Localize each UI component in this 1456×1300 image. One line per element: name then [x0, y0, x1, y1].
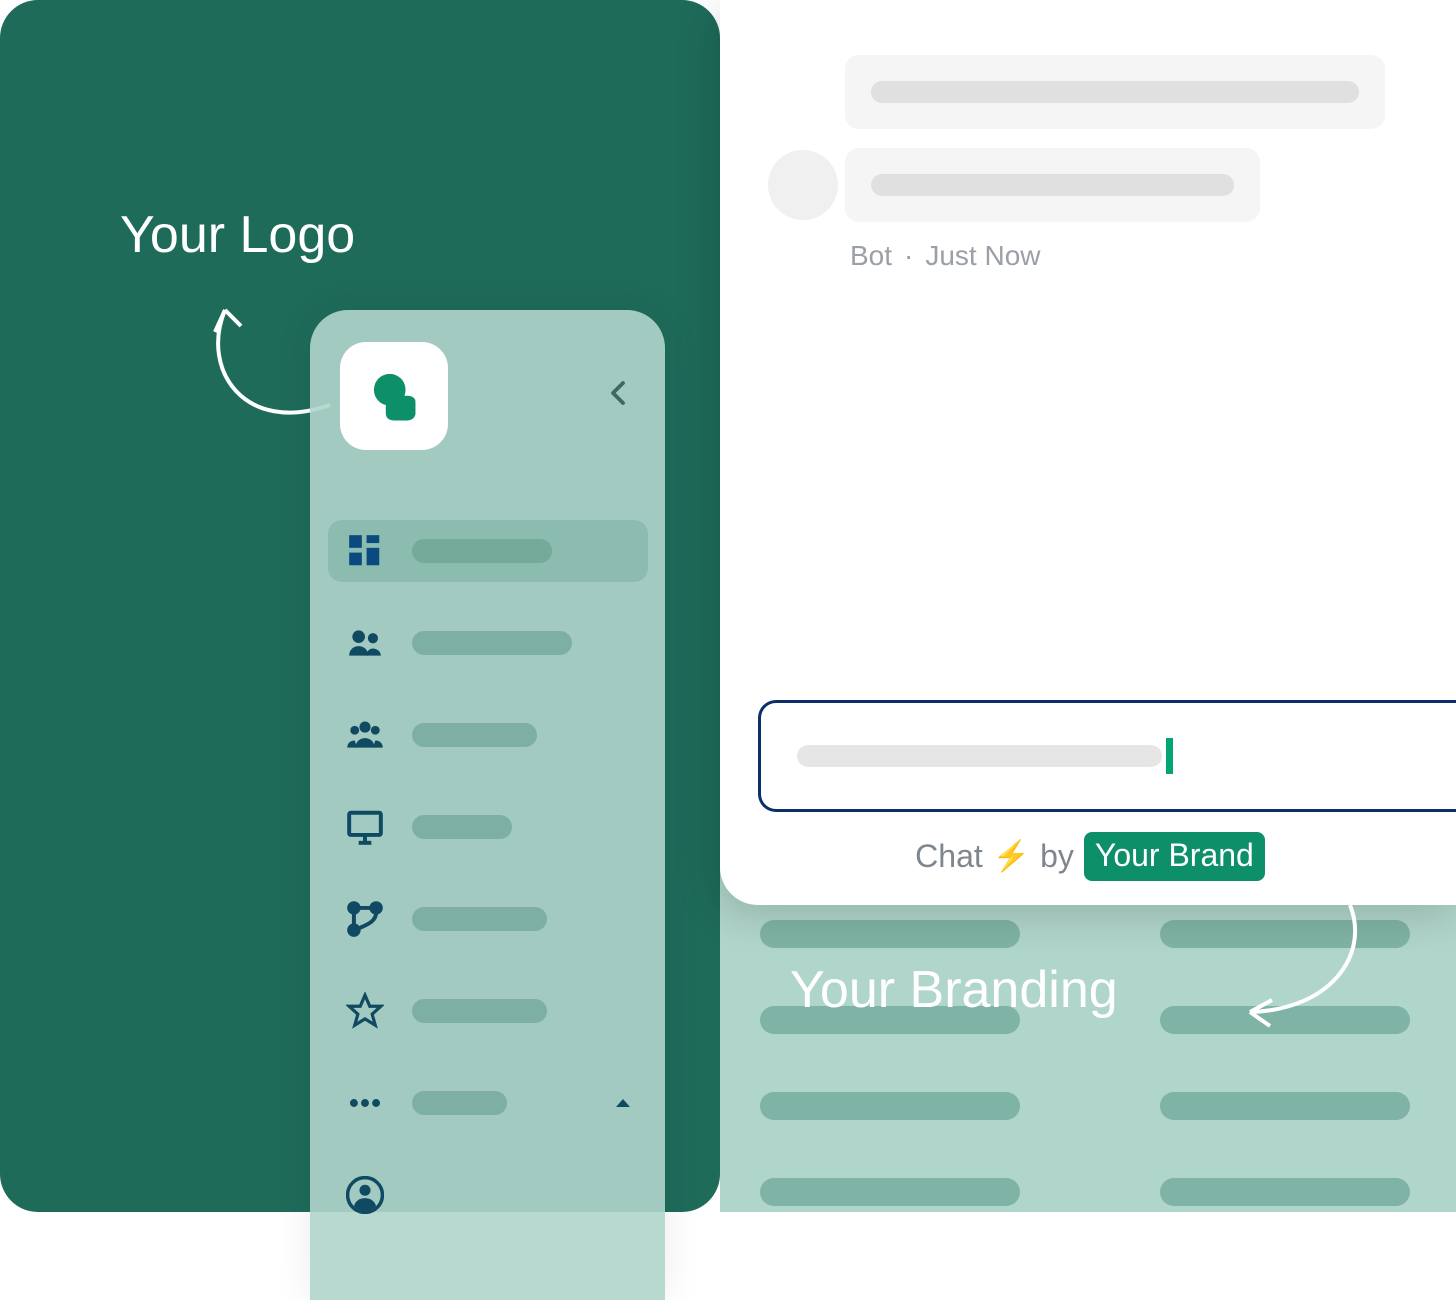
sidebar-panel	[310, 310, 665, 1300]
sidebar-item-favorites[interactable]	[328, 980, 648, 1042]
branches-icon	[346, 900, 384, 938]
message-text-placeholder	[871, 81, 1359, 103]
nav-label-placeholder	[412, 999, 547, 1023]
chat-sender-label: Bot	[850, 240, 892, 272]
nav-label-placeholder	[412, 815, 512, 839]
sidebar-item-monitor[interactable]	[328, 796, 648, 858]
star-icon	[346, 992, 384, 1030]
chat-meta-separator: ·	[904, 240, 913, 272]
chat-timestamp: Just Now	[925, 240, 1040, 272]
input-placeholder-bar	[797, 745, 1162, 767]
sidebar-collapse-button[interactable]	[603, 378, 633, 418]
sidebar-item-group[interactable]	[328, 704, 648, 766]
sidebar-item-dashboard[interactable]	[328, 520, 648, 582]
annotation-your-branding: Your Branding	[790, 960, 1118, 1020]
dashboard-icon	[346, 532, 384, 570]
bot-avatar	[768, 150, 838, 220]
sidebar-item-branches[interactable]	[328, 888, 648, 950]
sidebar-nav-list	[328, 520, 648, 1226]
placeholder-bar	[1160, 920, 1410, 948]
monitor-icon	[346, 808, 384, 846]
annotation-your-logo: Your Logo	[120, 205, 355, 265]
sidebar-item-more[interactable]	[328, 1072, 648, 1134]
chat-message-bubble	[845, 148, 1260, 222]
placeholder-bar	[760, 1092, 1020, 1120]
chat-footer-brand-tag[interactable]: Your Brand	[1084, 832, 1265, 881]
chat-message-input[interactable]	[758, 700, 1456, 812]
chevron-left-icon	[603, 378, 633, 408]
people-icon	[346, 624, 384, 662]
placeholder-bar	[760, 920, 1020, 948]
chat-footer-by-label: by	[1040, 838, 1074, 875]
nav-label-placeholder	[412, 1091, 507, 1115]
placeholder-bar	[1160, 1006, 1410, 1034]
chat-footer-branding: Chat ⚡ by Your Brand	[720, 832, 1456, 881]
lightning-icon: ⚡	[993, 839, 1030, 874]
logo-icon	[364, 366, 423, 425]
brand-logo-placeholder[interactable]	[340, 342, 448, 450]
chat-footer-chat-label: Chat	[915, 838, 983, 875]
placeholder-bar	[760, 1178, 1020, 1206]
caret-up-icon	[614, 1097, 632, 1109]
nav-label-placeholder	[412, 631, 572, 655]
sidebar-item-account[interactable]	[328, 1164, 648, 1226]
sidebar-item-people[interactable]	[328, 612, 648, 674]
group-icon	[346, 716, 384, 754]
chat-message-meta: Bot · Just Now	[850, 240, 1041, 272]
text-cursor	[1166, 738, 1173, 774]
chat-widget-panel: Bot · Just Now Chat ⚡ by Your Brand	[720, 0, 1456, 905]
placeholder-bar	[1160, 1092, 1410, 1120]
message-text-placeholder	[871, 174, 1234, 196]
nav-label-placeholder	[412, 723, 537, 747]
chat-message-bubble	[845, 55, 1385, 129]
nav-label-placeholder	[412, 907, 547, 931]
more-horizontal-icon	[346, 1084, 384, 1122]
account-circle-icon	[346, 1176, 384, 1214]
placeholder-bar	[1160, 1178, 1410, 1206]
nav-label-placeholder	[412, 539, 552, 563]
